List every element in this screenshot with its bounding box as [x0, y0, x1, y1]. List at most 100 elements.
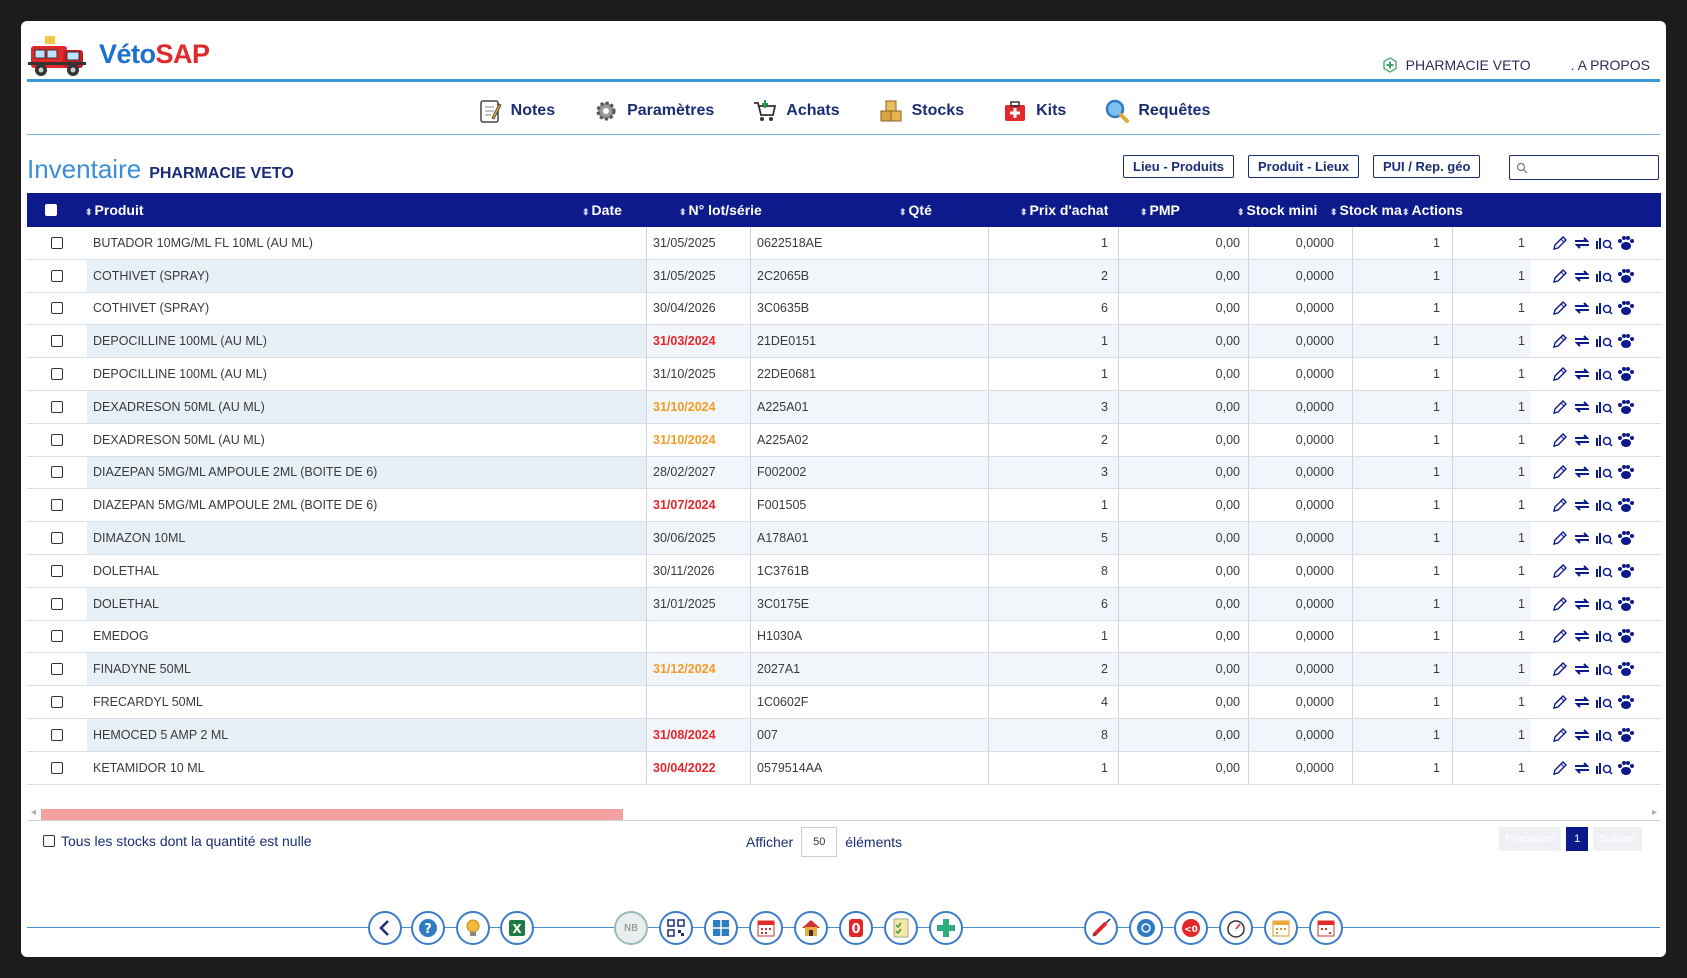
add-button[interactable] [929, 911, 963, 945]
scrollbar-thumb[interactable] [41, 809, 623, 820]
edit-icon[interactable] [1551, 333, 1569, 349]
transfer-icon[interactable] [1573, 366, 1591, 382]
details-icon[interactable] [1595, 235, 1613, 251]
row-checkbox-cell[interactable] [27, 489, 87, 521]
edit-icon[interactable] [1551, 727, 1569, 743]
qrcode-button[interactable] [659, 911, 693, 945]
paw-icon[interactable] [1617, 694, 1635, 710]
row-checkbox[interactable] [51, 663, 63, 676]
nav-achats[interactable]: Achats [752, 98, 840, 124]
table-row[interactable]: BUTADOR 10MG/ML FL 10ML (AU ML) 31/05/20… [27, 227, 1661, 260]
row-checkbox-cell[interactable] [27, 424, 87, 456]
table-row[interactable]: DEXADRESON 50ML (AU ML) 31/10/2024 A225A… [27, 423, 1661, 457]
transfer-icon[interactable] [1573, 628, 1591, 644]
transfer-icon[interactable] [1573, 268, 1591, 284]
table-row[interactable]: FINADYNE 50ML 31/12/2024 2027A1 2 0,00 0… [27, 653, 1661, 687]
select-all-checkbox[interactable] [45, 204, 57, 216]
scroll-right-icon[interactable]: ▸ [1652, 807, 1657, 818]
gauge-button[interactable] [1219, 911, 1253, 945]
edit-icon[interactable] [1551, 628, 1569, 644]
zero-stock-filter[interactable]: Tous les stocks dont la quantité est nul… [43, 833, 312, 849]
help-button[interactable]: ? [411, 911, 445, 945]
row-checkbox[interactable] [51, 630, 63, 643]
col-produit[interactable]: ⬍ Produit [85, 202, 144, 218]
row-checkbox-cell[interactable] [27, 621, 87, 653]
table-row[interactable]: COTHIVET (SPRAY) 31/05/2025 2C2065B 2 0,… [27, 259, 1661, 293]
transfer-icon[interactable] [1573, 694, 1591, 710]
calendar-yellow-button[interactable] [1264, 911, 1298, 945]
transfer-icon[interactable] [1573, 235, 1591, 251]
paw-icon[interactable] [1617, 563, 1635, 579]
paw-icon[interactable] [1617, 628, 1635, 644]
paw-icon[interactable] [1617, 432, 1635, 448]
col-prix[interactable]: ⬍ Prix d'achat [1020, 202, 1108, 218]
paw-icon[interactable] [1617, 530, 1635, 546]
details-icon[interactable] [1595, 333, 1613, 349]
transfer-icon[interactable] [1573, 432, 1591, 448]
edit-icon[interactable] [1551, 563, 1569, 579]
row-checkbox-cell[interactable] [27, 719, 87, 751]
paw-icon[interactable] [1617, 464, 1635, 480]
table-row[interactable]: DEPOCILLINE 100ML (AU ML) 31/10/2025 22D… [27, 358, 1661, 391]
grid-view-button[interactable] [704, 911, 738, 945]
row-checkbox[interactable] [51, 236, 63, 249]
edit-icon[interactable] [1551, 366, 1569, 382]
details-icon[interactable] [1595, 563, 1613, 579]
storage-button[interactable] [794, 911, 828, 945]
edit-icon[interactable] [1551, 661, 1569, 677]
row-checkbox-cell[interactable] [27, 653, 87, 685]
details-icon[interactable] [1595, 596, 1613, 612]
paw-icon[interactable] [1617, 661, 1635, 677]
details-icon[interactable] [1595, 268, 1613, 284]
row-checkbox[interactable] [51, 728, 63, 741]
edit-icon[interactable] [1551, 596, 1569, 612]
paw-icon[interactable] [1617, 497, 1635, 513]
row-checkbox-cell[interactable] [27, 457, 87, 489]
excel-export-button[interactable]: X [500, 911, 534, 945]
search-input[interactable] [1532, 160, 1652, 175]
transfer-icon[interactable] [1573, 727, 1591, 743]
paw-icon[interactable] [1617, 268, 1635, 284]
app-logo[interactable]: VétoSAP [27, 29, 210, 79]
table-row[interactable]: DOLETHAL 31/01/2025 3C0175E 6 0,00 0,000… [27, 587, 1661, 621]
page-1-button[interactable]: 1 [1566, 827, 1589, 851]
row-checkbox[interactable] [51, 761, 63, 774]
nav-requetes[interactable]: Requêtes [1104, 98, 1210, 124]
paw-icon[interactable] [1617, 300, 1635, 316]
edit-icon[interactable] [1551, 300, 1569, 316]
details-icon[interactable] [1595, 432, 1613, 448]
details-icon[interactable] [1595, 464, 1613, 480]
calendar-button[interactable] [749, 911, 783, 945]
transfer-icon[interactable] [1573, 760, 1591, 776]
details-icon[interactable] [1595, 399, 1613, 415]
row-checkbox[interactable] [51, 400, 63, 413]
row-checkbox[interactable] [51, 532, 63, 545]
paw-icon[interactable] [1617, 235, 1635, 251]
col-lot[interactable]: ⬍ N° lot/série [679, 202, 762, 218]
transfer-icon[interactable] [1573, 596, 1591, 612]
pharmacy-link[interactable]: PHARMACIE VETO [1382, 57, 1531, 73]
row-checkbox[interactable] [51, 466, 63, 479]
nav-stocks[interactable]: Stocks [878, 98, 964, 124]
details-icon[interactable] [1595, 497, 1613, 513]
row-checkbox-cell[interactable] [27, 260, 87, 292]
paw-icon[interactable] [1617, 727, 1635, 743]
col-stock-max[interactable]: ⬍ Stock ma: [1330, 202, 1402, 218]
tips-button[interactable] [456, 911, 490, 945]
details-icon[interactable] [1595, 628, 1613, 644]
zero-stock-checkbox[interactable] [43, 835, 55, 847]
next-page-button[interactable]: Suivant [1593, 827, 1642, 851]
nav-notes[interactable]: Notes [477, 98, 555, 124]
nav-kits[interactable]: Kits [1002, 98, 1066, 124]
paw-icon[interactable] [1617, 399, 1635, 415]
location-button[interactable] [1129, 911, 1163, 945]
row-checkbox[interactable] [51, 269, 63, 282]
details-icon[interactable] [1595, 661, 1613, 677]
produit-lieux-button[interactable]: Produit - Lieux [1248, 155, 1359, 178]
row-checkbox-cell[interactable] [27, 555, 87, 587]
row-checkbox-cell[interactable] [27, 686, 87, 718]
row-checkbox[interactable] [51, 696, 63, 709]
previous-page-button[interactable]: Précédent [1499, 827, 1562, 851]
row-checkbox[interactable] [51, 335, 63, 348]
edit-icon[interactable] [1551, 432, 1569, 448]
